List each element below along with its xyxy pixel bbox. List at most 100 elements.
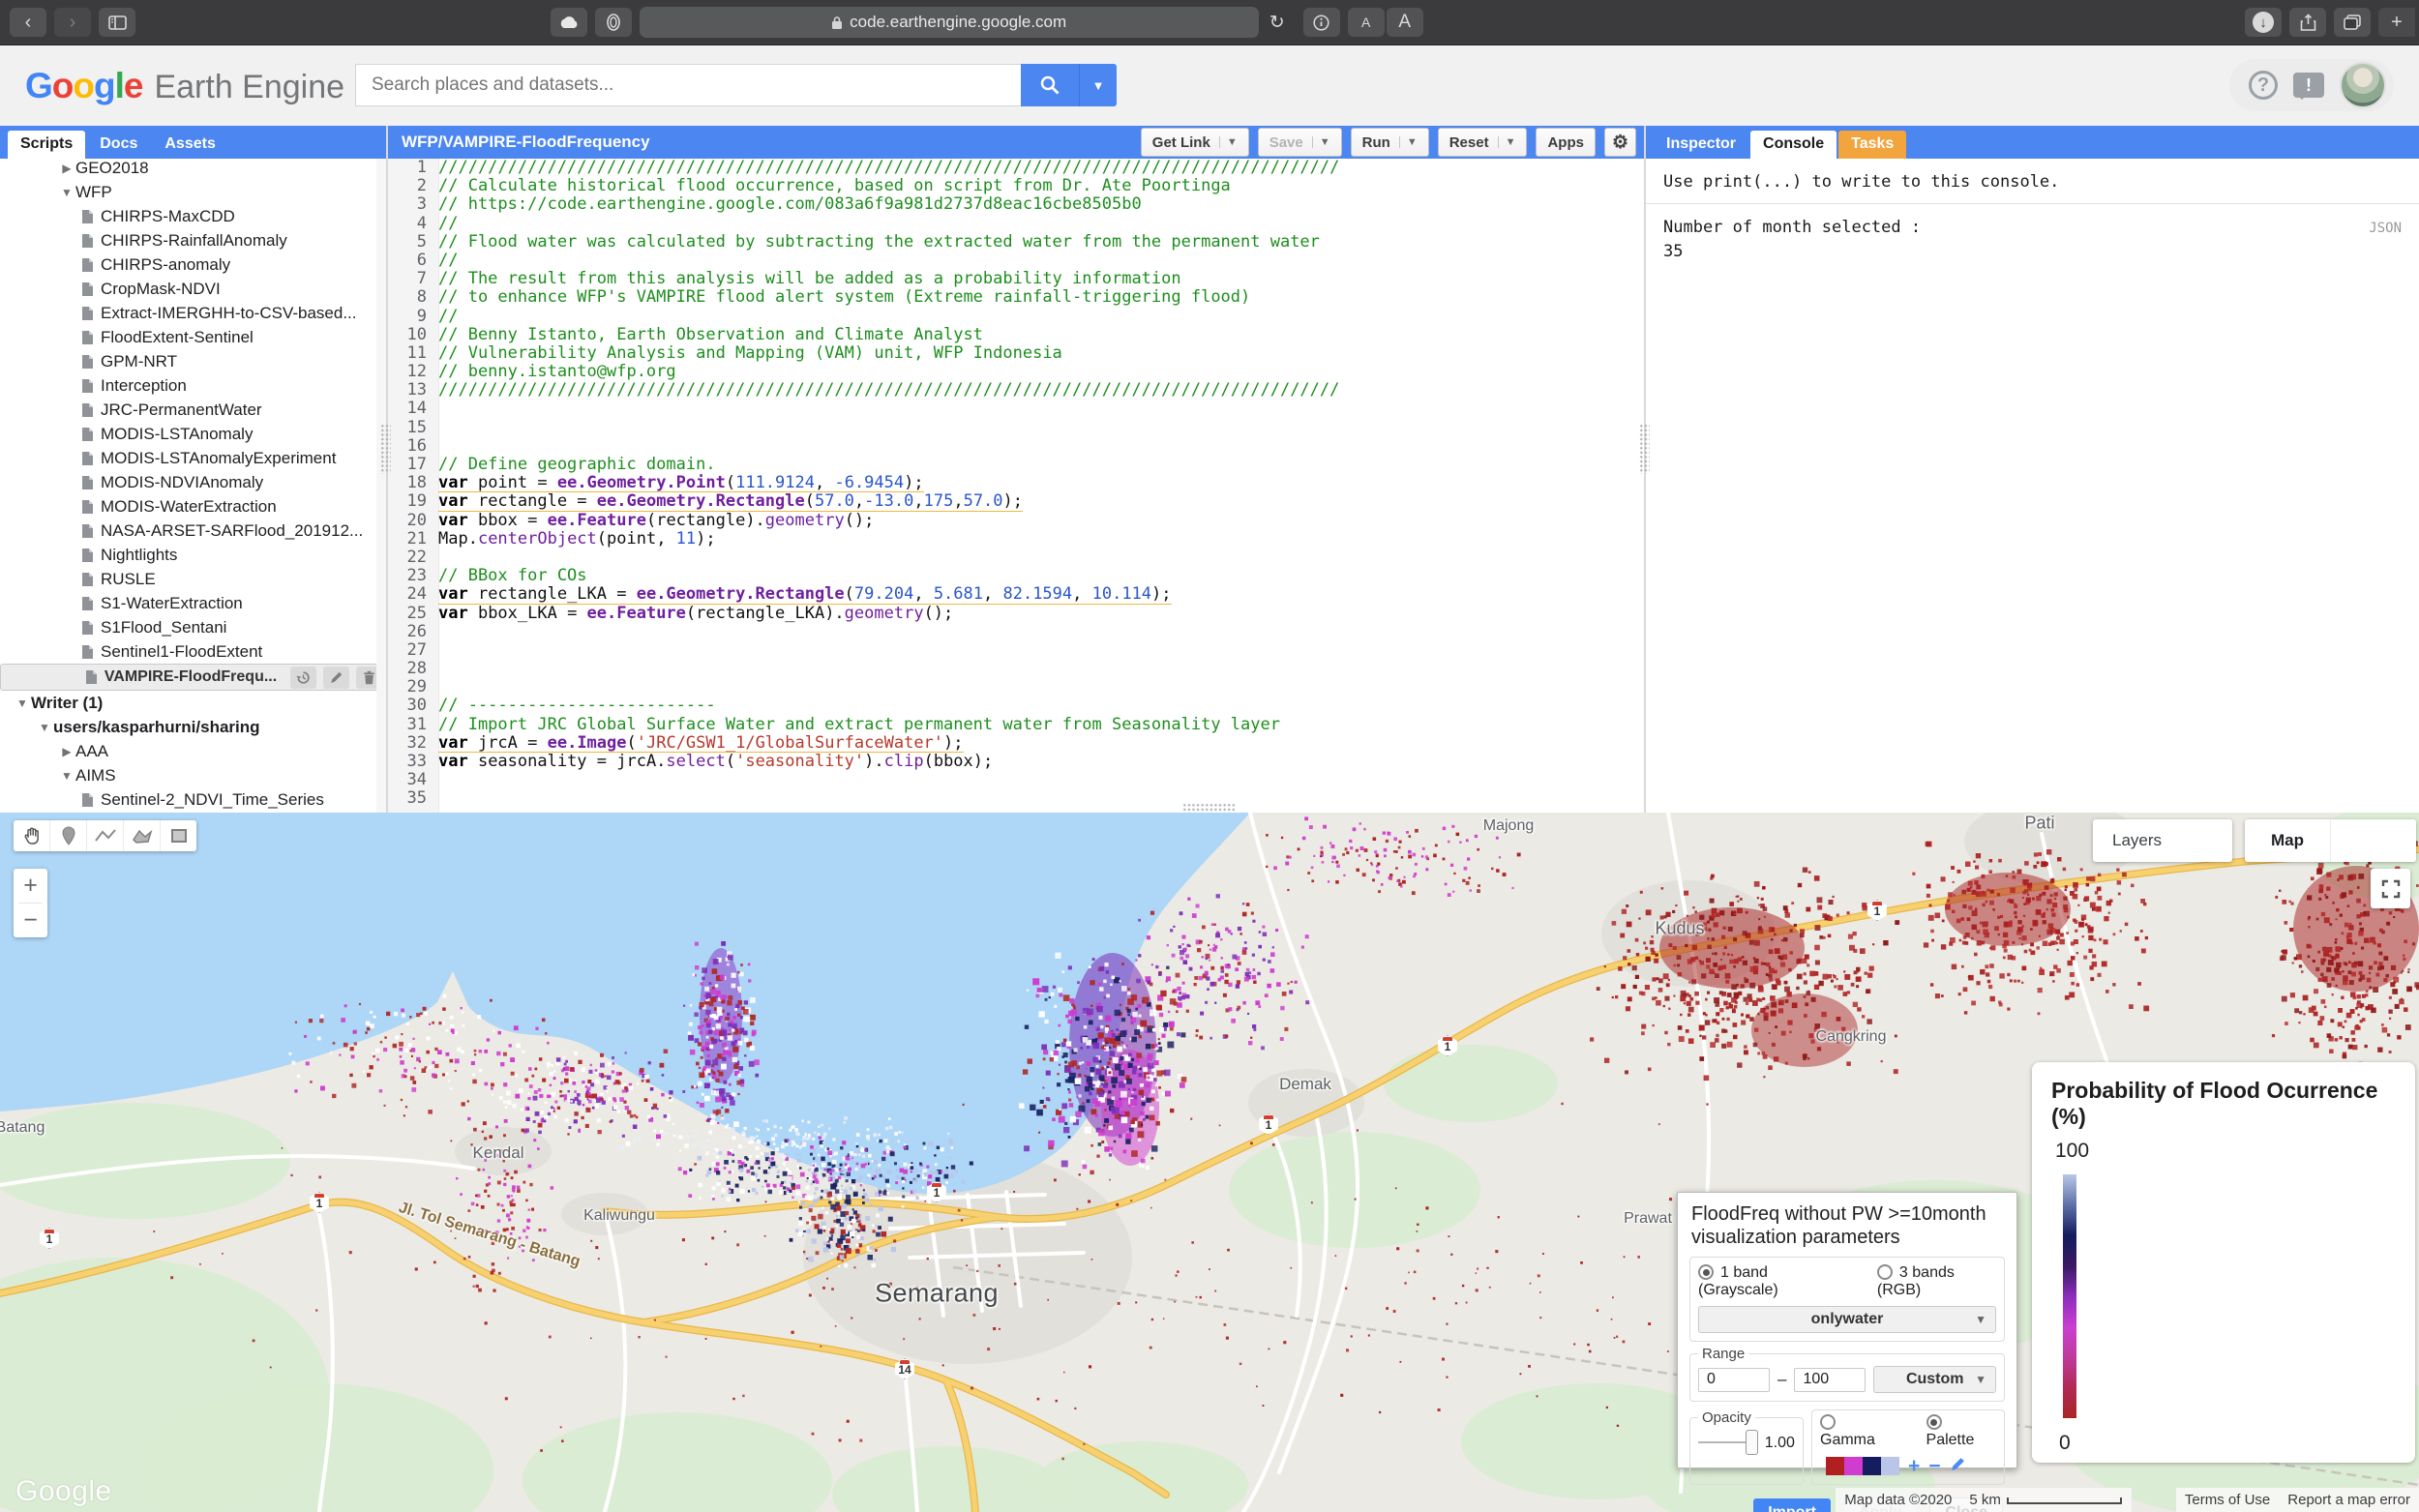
range-mode-select[interactable]: Custom▼ bbox=[1873, 1366, 1996, 1393]
slider-handle[interactable] bbox=[1746, 1430, 1758, 1455]
search-options-dropdown[interactable]: ▼ bbox=[1079, 64, 1117, 106]
privacy-shield-icon[interactable] bbox=[595, 8, 632, 37]
editor-settings-button[interactable]: ⚙ bbox=[1604, 128, 1636, 157]
reset-button[interactable]: Reset▼ bbox=[1438, 128, 1528, 157]
band-grayscale-option[interactable]: 1 band (Grayscale) bbox=[1698, 1264, 1844, 1299]
palette-swatch[interactable] bbox=[1826, 1457, 1844, 1475]
reader-info-button[interactable] bbox=[1303, 8, 1340, 37]
script-tree-item[interactable]: Interception bbox=[0, 373, 386, 398]
dropdown-caret-icon[interactable]: ▼ bbox=[1498, 136, 1516, 148]
script-tree-item[interactable]: MODIS-LSTAnomaly bbox=[0, 422, 386, 446]
tab-scripts[interactable]: Scripts bbox=[8, 131, 85, 159]
map-type-map-button[interactable]: Map bbox=[2245, 819, 2330, 862]
script-tree-item[interactable]: S1-WaterExtraction bbox=[0, 591, 386, 615]
import-button[interactable]: Import bbox=[1753, 1498, 1831, 1512]
folder-expanded-icon[interactable]: ▼ bbox=[14, 697, 31, 710]
script-tree-item[interactable]: RUSLE bbox=[0, 567, 386, 591]
right-splitter-handle[interactable] bbox=[1639, 424, 1650, 474]
script-tree-item[interactable]: Nightlights bbox=[0, 543, 386, 567]
folder-expanded-icon[interactable]: ▼ bbox=[58, 186, 75, 199]
terms-link[interactable]: Terms of Use bbox=[2176, 1488, 2279, 1512]
horizontal-splitter-handle[interactable] bbox=[1182, 803, 1237, 812]
script-tree-item[interactable]: VAMPIRE-FloodFrequ... bbox=[0, 664, 386, 691]
get-link-button[interactable]: Get Link▼ bbox=[1141, 128, 1249, 157]
script-tree-item[interactable]: ▶AAA bbox=[0, 739, 386, 763]
palette-swatch[interactable] bbox=[1881, 1457, 1899, 1475]
folder-expanded-icon[interactable]: ▼ bbox=[58, 769, 75, 783]
script-tree-item[interactable]: NASA-ARSET-SARFlood_201912... bbox=[0, 519, 386, 543]
script-tree-item[interactable]: MODIS-WaterExtraction bbox=[0, 494, 386, 519]
folder-collapsed-icon[interactable]: ▶ bbox=[58, 162, 75, 175]
dropdown-caret-icon[interactable]: ▼ bbox=[1219, 136, 1238, 148]
tab-assets[interactable]: Assets bbox=[152, 131, 227, 159]
code-editor[interactable]: 1///////////////////////////////////////… bbox=[388, 159, 1644, 813]
add-color-button[interactable]: + bbox=[1908, 1456, 1920, 1476]
font-smaller-button[interactable]: A bbox=[1348, 8, 1385, 37]
script-tree-item[interactable]: CHIRPS-RainfallAnomaly bbox=[0, 228, 386, 252]
fullscreen-button[interactable] bbox=[2371, 869, 2410, 908]
tree-scrollbar[interactable] bbox=[376, 159, 386, 813]
band-rgb-option[interactable]: 3 bands (RGB) bbox=[1877, 1264, 1996, 1299]
polygon-tool-button[interactable] bbox=[124, 820, 161, 851]
reload-button[interactable]: ↻ bbox=[1259, 8, 1296, 37]
tab-tasks[interactable]: Tasks bbox=[1838, 131, 1906, 159]
opacity-slider[interactable] bbox=[1698, 1430, 1754, 1455]
tab-docs[interactable]: Docs bbox=[87, 131, 150, 159]
json-toggle[interactable]: JSON bbox=[2369, 221, 2402, 236]
script-tree-item[interactable]: ▼Writer (1) bbox=[0, 691, 386, 715]
zoom-out-button[interactable]: − bbox=[14, 904, 47, 937]
script-tree-item[interactable]: ▼users/kasparhurni/sharing bbox=[0, 715, 386, 739]
new-tab-button[interactable]: + bbox=[2378, 8, 2415, 37]
save-button[interactable]: Save▼ bbox=[1258, 128, 1342, 157]
dropdown-caret-icon[interactable]: ▼ bbox=[1312, 136, 1330, 148]
palette-swatch[interactable] bbox=[1844, 1457, 1863, 1475]
palette-swatch[interactable] bbox=[1863, 1457, 1881, 1475]
script-tree-item[interactable]: CropMask-NDVI bbox=[0, 277, 386, 301]
line-tool-button[interactable] bbox=[87, 820, 124, 851]
script-tree-item[interactable]: Sentinel-2_NDVI_Time_Series bbox=[0, 787, 386, 812]
script-tree-item[interactable]: FloodExtent-Sentinel bbox=[0, 325, 386, 349]
history-button[interactable] bbox=[290, 667, 316, 689]
sidebar-toggle-icon[interactable] bbox=[99, 8, 135, 37]
feedback-icon[interactable]: ! bbox=[2293, 73, 2324, 98]
apps-button[interactable]: Apps bbox=[1536, 128, 1596, 157]
range-max-input[interactable] bbox=[1794, 1368, 1866, 1392]
band-select[interactable]: onlywater▼ bbox=[1698, 1306, 1996, 1333]
script-tree-item[interactable]: ▶GEO2018 bbox=[0, 156, 386, 180]
range-min-input[interactable] bbox=[1698, 1368, 1770, 1392]
map-type-satellite-button[interactable] bbox=[2330, 819, 2416, 862]
script-tree-item[interactable]: CHIRPS-anomaly bbox=[0, 252, 386, 277]
share-button[interactable] bbox=[2289, 8, 2326, 37]
rectangle-tool-button[interactable] bbox=[161, 820, 196, 851]
script-tree-item[interactable]: GPM-NRT bbox=[0, 349, 386, 373]
dropdown-caret-icon[interactable]: ▼ bbox=[1399, 136, 1418, 148]
tab-inspector[interactable]: Inspector bbox=[1654, 131, 1748, 159]
pan-tool-button[interactable] bbox=[14, 820, 50, 851]
help-icon[interactable]: ? bbox=[2249, 71, 2278, 100]
edit-button[interactable] bbox=[323, 667, 349, 689]
browser-back-button[interactable]: ‹ bbox=[10, 8, 46, 37]
browser-forward-button[interactable]: › bbox=[54, 8, 91, 37]
script-tree-item[interactable]: Extract-IMERGHH-to-CSV-based... bbox=[0, 301, 386, 325]
left-splitter-handle[interactable] bbox=[380, 424, 391, 474]
font-larger-button[interactable]: A bbox=[1387, 8, 1423, 37]
zoom-in-button[interactable]: + bbox=[14, 869, 47, 903]
tab-console[interactable]: Console bbox=[1750, 131, 1837, 159]
map-canvas[interactable]: BatangKendalKaliwunguSemarangDemakMajong… bbox=[0, 813, 2419, 1512]
script-tree-item[interactable]: ▼WFP bbox=[0, 180, 386, 204]
edit-palette-button[interactable] bbox=[1950, 1456, 1966, 1476]
script-tree-item[interactable]: ▼AIMS bbox=[0, 763, 386, 787]
search-input[interactable] bbox=[355, 64, 1021, 106]
palette-option[interactable]: Palette bbox=[1926, 1414, 1996, 1449]
avatar[interactable] bbox=[2340, 62, 2386, 108]
icloud-tab-icon[interactable] bbox=[551, 8, 587, 37]
tab-overview-button[interactable] bbox=[2334, 8, 2371, 37]
report-error-link[interactable]: Report a map error bbox=[2279, 1488, 2419, 1512]
point-tool-button[interactable] bbox=[50, 820, 87, 851]
search-button[interactable] bbox=[1021, 64, 1079, 106]
script-tree-item[interactable]: Sentinel1-FloodExtent bbox=[0, 639, 386, 664]
run-button[interactable]: Run▼ bbox=[1351, 128, 1429, 157]
script-tree-item[interactable]: JRC-PermanentWater bbox=[0, 398, 386, 422]
remove-color-button[interactable]: − bbox=[1928, 1456, 1940, 1476]
script-tree-item[interactable]: S1Flood_Sentani bbox=[0, 615, 386, 639]
